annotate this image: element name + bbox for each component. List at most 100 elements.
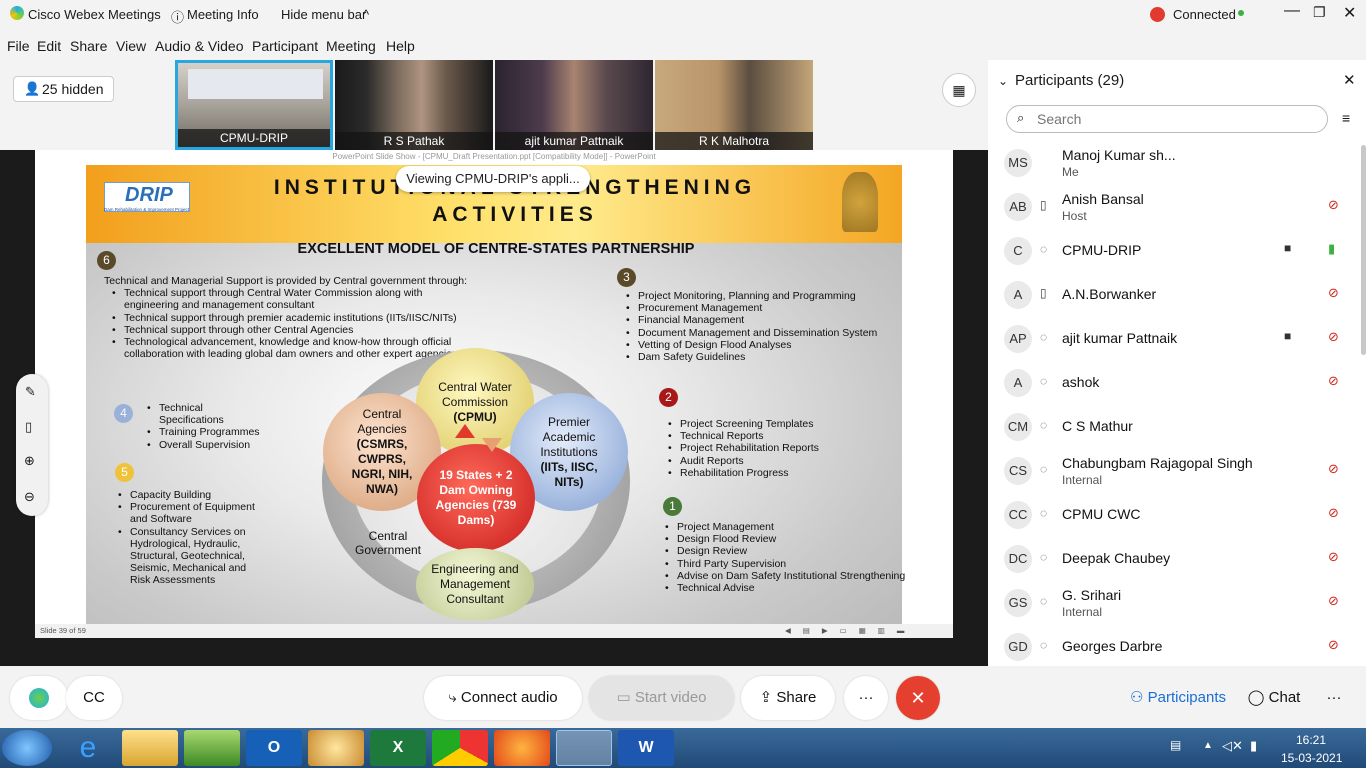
share-button[interactable]: ⇪ Share — [741, 676, 835, 720]
participant-row[interactable]: AB ▯ Anish Bansal Host ⊘ — [988, 185, 1358, 229]
person-icon: 👤 — [24, 81, 41, 96]
participant-row[interactable]: GS ◌ G. Srihari Internal ⊘ — [988, 581, 1358, 625]
menu-audio-video[interactable]: Audio & Video — [155, 38, 243, 54]
participant-row[interactable]: C ◌ CPMU-DRIP ■ ▮ — [988, 229, 1358, 273]
scrollbar[interactable] — [1361, 145, 1366, 355]
section-3-item: Financial Management — [624, 314, 894, 326]
assistant-icon[interactable] — [10, 676, 68, 720]
video-tile-ajit-kumar-pattnaik[interactable]: ajit kumar Pattnaik — [495, 60, 653, 150]
mic-muted-icon[interactable]: ⊘ — [1328, 197, 1339, 213]
zoom-in-icon[interactable]: ⊕ — [24, 453, 35, 469]
menu-view[interactable]: View — [116, 38, 146, 54]
participant-row[interactable]: A ◌ ashok ⊘ — [988, 361, 1358, 405]
paint-icon[interactable] — [308, 730, 364, 766]
participant-name: C S Mathur — [1062, 418, 1133, 434]
start-video-button[interactable]: ▭ Start video — [589, 676, 734, 720]
headset-icon: ◌ — [1040, 594, 1048, 608]
hidden-participants-button[interactable]: 👤 25 hidden — [13, 76, 114, 102]
clock-date[interactable]: 15-03-2021 — [1281, 751, 1342, 765]
section-number-2: 2 — [659, 388, 678, 407]
search-input[interactable] — [1037, 110, 1307, 128]
section-1-item: Third Party Supervision — [663, 558, 903, 570]
participants-tab-button[interactable]: ⚇ Participants — [1120, 676, 1236, 720]
eraser-icon[interactable]: ▯ — [25, 419, 32, 435]
webex-taskbar-icon[interactable] — [556, 730, 612, 766]
menu-share[interactable]: Share — [70, 38, 107, 54]
menu-participant[interactable]: Participant — [252, 38, 318, 54]
participant-row[interactable]: CM ◌ C S Mathur — [988, 405, 1358, 449]
chat-tab-label: Chat — [1268, 689, 1301, 706]
start-button-icon[interactable] — [2, 730, 52, 766]
chrome-icon[interactable] — [432, 730, 488, 766]
keyboard-icon[interactable]: ▤ — [1170, 738, 1181, 752]
sort-icon[interactable]: ≡ — [1342, 110, 1350, 126]
maximize-icon[interactable]: ❐ — [1313, 4, 1326, 21]
more-options-button[interactable]: ··· — [844, 676, 888, 720]
search-icon: ⌕ — [1017, 110, 1025, 125]
circle-central-label: Central Agencies — [357, 407, 407, 436]
chevron-down-icon[interactable]: ⌄ — [998, 74, 1008, 88]
mic-muted-icon[interactable]: ⊘ — [1328, 285, 1339, 301]
word-icon[interactable]: W — [618, 730, 674, 766]
mic-active-icon[interactable]: ▮ — [1328, 241, 1335, 257]
mic-muted-icon[interactable]: ⊘ — [1328, 461, 1339, 477]
calendar-icon[interactable]: ▦ — [942, 73, 976, 107]
internet-explorer-icon[interactable]: e — [60, 730, 116, 766]
search-box[interactable]: ⌕ — [1006, 105, 1328, 133]
zoom-out-icon[interactable]: ⊖ — [24, 489, 35, 505]
mic-muted-icon[interactable]: ⊘ — [1328, 373, 1339, 389]
network-icon[interactable]: ▮ — [1250, 738, 1257, 754]
tray-chevron-icon[interactable]: ▲ — [1203, 740, 1213, 751]
connection-status: Connected — [1173, 7, 1236, 22]
participant-row[interactable]: AP ◌ ajit kumar Pattnaik ■ ⊘ — [988, 317, 1358, 361]
close-panel-icon[interactable]: ✕ — [1343, 71, 1356, 89]
mic-muted-icon[interactable]: ⊘ — [1328, 637, 1339, 653]
mic-muted-icon[interactable]: ⊘ — [1328, 549, 1339, 565]
meeting-info-button[interactable]: Meeting Info — [187, 7, 259, 22]
participant-row[interactable]: MS Manoj Kumar sh... Me — [988, 141, 1358, 185]
section-3-item: Dam Safety Guidelines — [624, 351, 894, 363]
mic-muted-icon[interactable]: ⊘ — [1328, 329, 1339, 345]
circle-cwc-bold: (CPMU) — [453, 409, 497, 424]
connect-audio-button[interactable]: ⤷ Connect audio — [424, 676, 582, 720]
participant-row[interactable]: CS ◌ Chabungbam Rajagopal Singh Internal… — [988, 449, 1358, 493]
firefox-icon[interactable] — [494, 730, 550, 766]
volume-muted-icon[interactable]: ◁✕ — [1222, 738, 1243, 754]
leave-meeting-icon[interactable]: ✕ — [896, 676, 940, 720]
chevron-up-icon[interactable]: ^ — [363, 7, 369, 22]
participant-row[interactable]: GD ◌ Georges Darbre ⊘ — [988, 625, 1358, 665]
file-explorer-icon[interactable] — [122, 730, 178, 766]
charts-app-icon[interactable] — [184, 730, 240, 766]
participant-row[interactable]: DC ◌ Deepak Chaubey ⊘ — [988, 537, 1358, 581]
sharing-banner[interactable]: Viewing CPMU-DRIP's appli... — [396, 166, 590, 192]
menu-help[interactable]: Help — [386, 38, 415, 54]
menu-meeting[interactable]: Meeting — [326, 38, 376, 54]
outlook-icon[interactable]: O — [246, 730, 302, 766]
panel-more-button[interactable]: ··· — [1314, 676, 1354, 720]
excel-icon[interactable]: X — [370, 730, 426, 766]
mic-muted-icon[interactable]: ⊘ — [1328, 505, 1339, 521]
participant-row[interactable]: A ▯ A.N.Borwanker ⊘ — [988, 273, 1358, 317]
slideshow-nav-icons[interactable]: ◀▤▶▭▦▥▬ — [785, 624, 916, 638]
mic-muted-icon[interactable]: ⊘ — [1328, 593, 1339, 609]
chat-tab-button[interactable]: ◯ Chat — [1240, 676, 1308, 720]
close-icon[interactable]: ✕ — [1343, 3, 1356, 23]
hide-menu-bar-button[interactable]: Hide menu bar — [281, 7, 366, 22]
assistant-logo-icon — [29, 688, 49, 708]
menu-edit[interactable]: Edit — [37, 38, 61, 54]
avatar: AP — [1004, 325, 1032, 353]
avatar: A — [1004, 369, 1032, 397]
captions-icon[interactable]: CC — [66, 676, 122, 720]
participant-row[interactable]: CC ◌ CPMU CWC ⊘ — [988, 493, 1358, 537]
section-5-item: Procurement of Equipment and Software — [116, 501, 256, 525]
circle-emc: Engineering and Management Consultant — [416, 548, 534, 620]
pen-icon[interactable]: ✎ — [25, 384, 36, 400]
video-tile-cpmu-drip[interactable]: CPMU-DRIP — [175, 60, 333, 150]
menu-file[interactable]: File — [7, 38, 30, 54]
minimize-icon[interactable]: — — [1284, 2, 1300, 20]
video-tile-rs-pathak[interactable]: R S Pathak — [335, 60, 493, 150]
clock-time[interactable]: 16:21 — [1296, 733, 1326, 747]
section-1-list: Project Management Design Flood Review D… — [663, 521, 905, 594]
participants-tab-label: Participants — [1147, 689, 1226, 706]
video-tile-rk-malhotra[interactable]: R K Malhotra — [655, 60, 813, 150]
